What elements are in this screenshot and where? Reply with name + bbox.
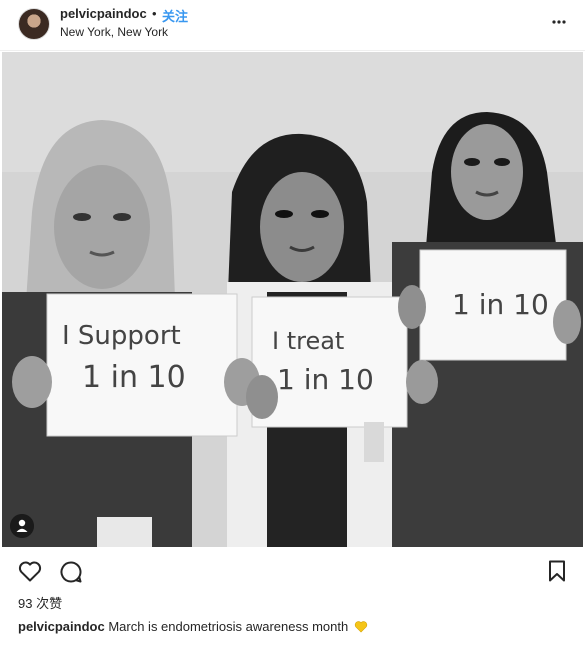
caption-text: March is endometriosis awareness month xyxy=(108,619,349,634)
avatar[interactable] xyxy=(18,8,50,40)
sign-2-line-2: 1 in 10 xyxy=(277,363,374,396)
sign-1-line-1: I Support xyxy=(62,321,181,351)
post-photo[interactable]: I Support 1 in 10 I treat 1 in 10 1 in 1… xyxy=(2,52,583,547)
photo-illustration: I Support 1 in 10 I treat 1 in 10 1 in 1… xyxy=(2,52,583,547)
separator-dot: • xyxy=(152,6,157,21)
follow-button[interactable]: 关注 xyxy=(162,6,188,25)
location-link[interactable]: New York, New York xyxy=(60,25,168,39)
likes-count[interactable]: 93 次赞 xyxy=(18,593,62,612)
yellow-heart-icon xyxy=(354,621,367,633)
header-username[interactable]: pelvicpaindoc xyxy=(60,6,147,21)
more-horizontal-icon[interactable] xyxy=(551,12,567,32)
caption-username[interactable]: pelvicpaindoc xyxy=(18,619,105,634)
sign-1-line-2: 1 in 10 xyxy=(82,360,186,395)
post-header: pelvicpaindoc • 关注 New York, New York xyxy=(0,0,585,51)
person-tag-icon[interactable] xyxy=(10,514,34,538)
sign-2-line-1: I treat xyxy=(272,327,344,355)
heart-icon[interactable] xyxy=(18,560,42,582)
bookmark-icon[interactable] xyxy=(548,560,566,582)
sign-3-line-1: 1 in 10 xyxy=(452,288,549,321)
post-caption: pelvicpaindoc March is endometriosis awa… xyxy=(18,619,368,634)
comment-icon[interactable] xyxy=(59,560,83,584)
